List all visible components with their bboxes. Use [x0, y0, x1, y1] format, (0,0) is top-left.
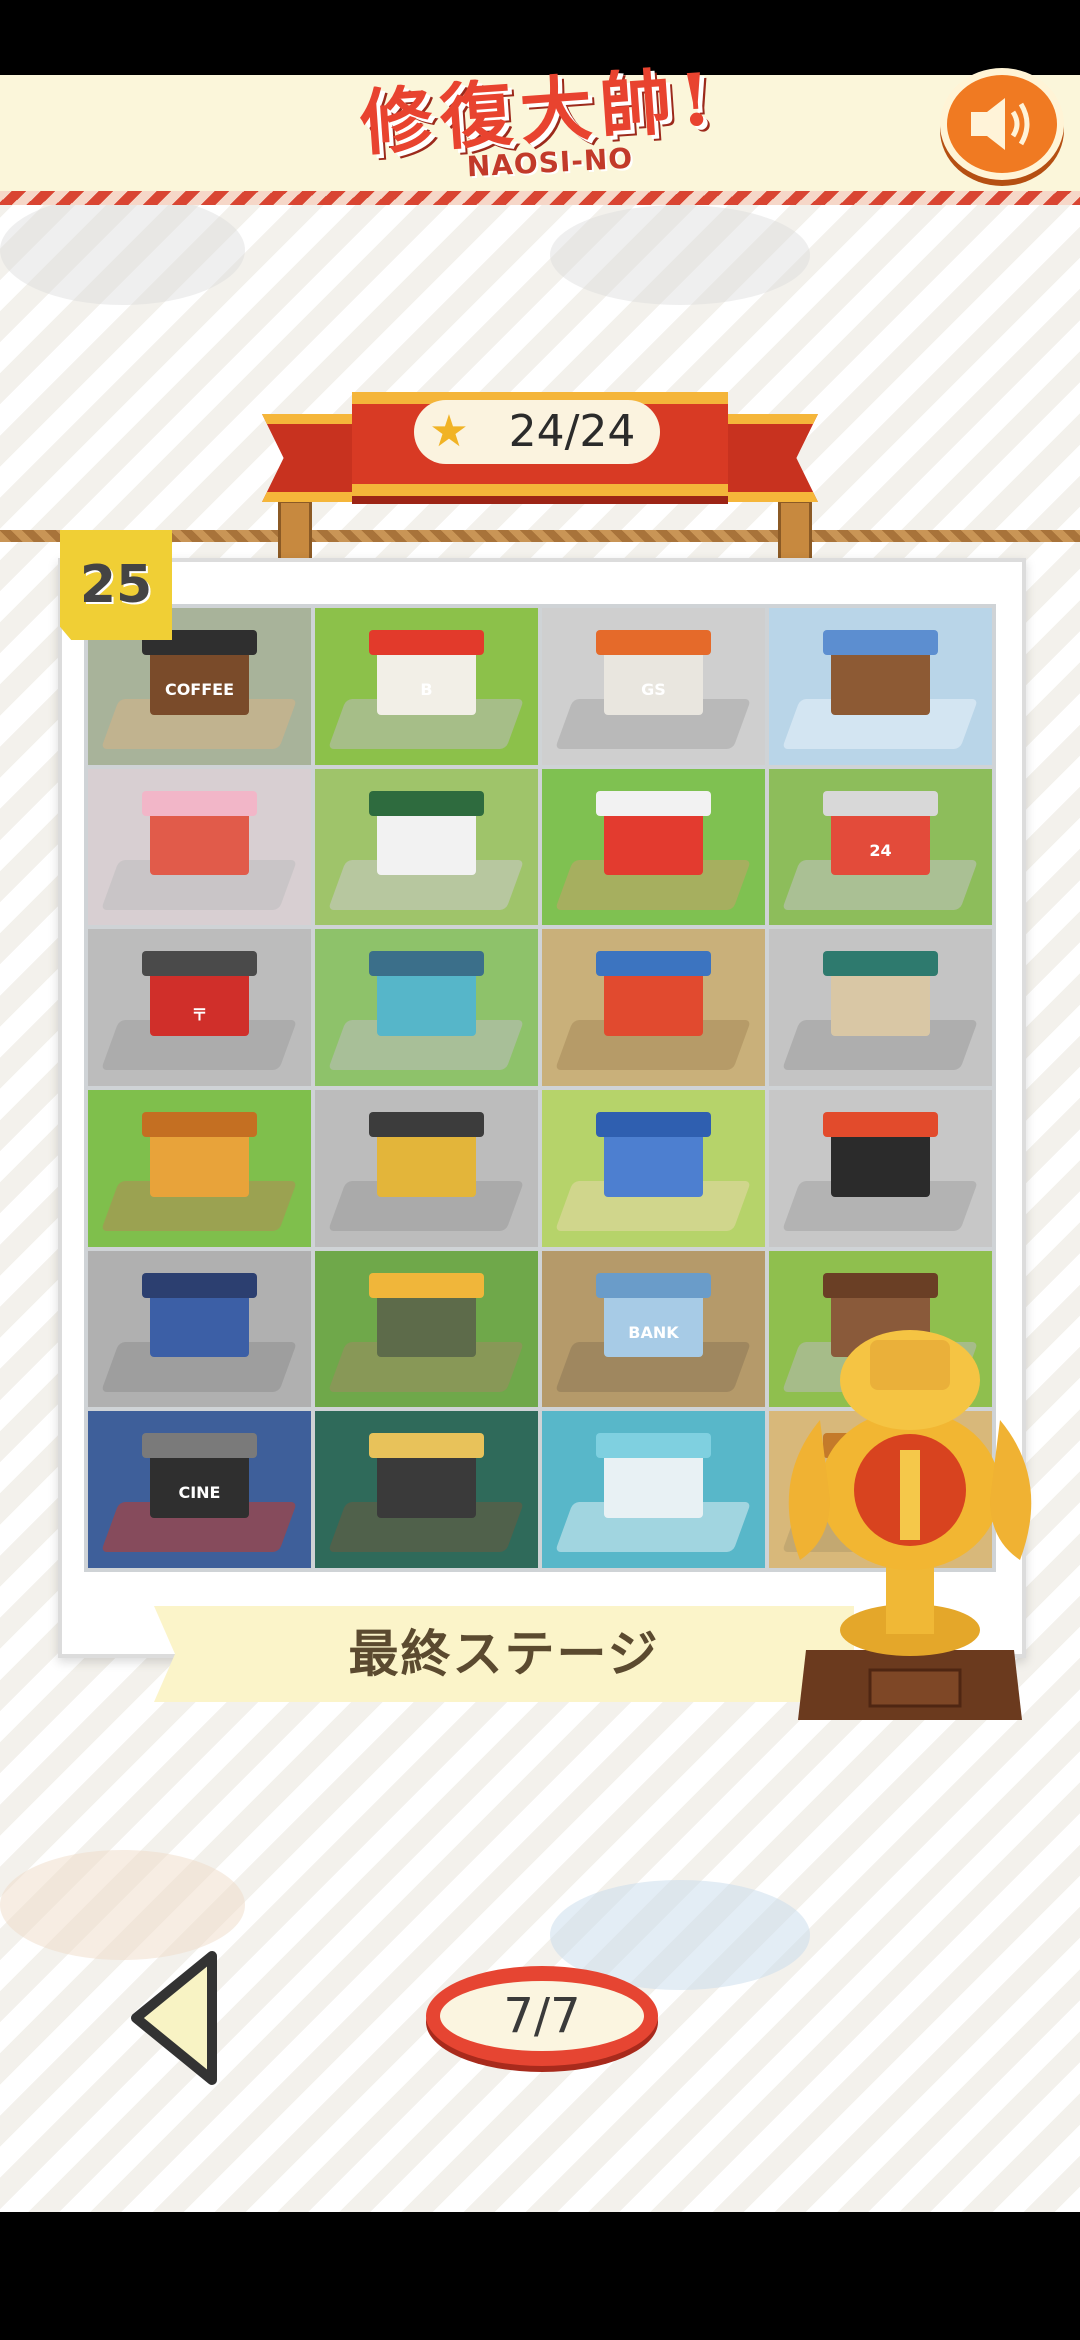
stage-tile-bakery[interactable] [88, 1090, 311, 1247]
tile-roof [141, 1433, 258, 1459]
tile-roof [595, 951, 712, 977]
bg-decoration-bottom-left [0, 1850, 245, 1960]
stage-tile-circus-tent[interactable] [542, 768, 765, 926]
stage-tile-cinema[interactable]: CINE [88, 1411, 311, 1568]
tile-sign: COFFEE [164, 680, 235, 700]
previous-page-button[interactable] [128, 1950, 224, 2086]
tile-sign: B [420, 680, 433, 700]
tile-roof [595, 1433, 712, 1459]
tile-sign: CINE [178, 1483, 221, 1503]
stage-tile-crane-game[interactable] [88, 768, 311, 926]
tile-roof [822, 951, 939, 977]
sound-toggle-button[interactable] [940, 68, 1064, 180]
stage-tile-fish-market[interactable] [769, 929, 992, 1086]
tile-roof [368, 1272, 485, 1298]
tile-sign: 〒 [191, 1005, 208, 1025]
stage-tile-record-shop[interactable] [315, 1411, 538, 1568]
trophy-icon [788, 1330, 1032, 1720]
stage-tile-flower-shop[interactable] [315, 768, 538, 926]
tile-roof [368, 790, 485, 816]
bg-decoration-right [550, 205, 810, 305]
speaker-icon [971, 98, 1030, 150]
stage-tile-power-plant[interactable] [315, 929, 538, 1086]
navigation-bar [0, 2212, 1080, 2340]
tile-roof [368, 1111, 485, 1137]
stage-tile-tea-house[interactable] [315, 1250, 538, 1408]
tile-roof [141, 1111, 258, 1137]
stage-tile-night-market[interactable] [542, 929, 765, 1086]
tile-roof [595, 629, 712, 655]
tile-roof [822, 629, 939, 655]
star-icon: ★ [429, 406, 469, 457]
tile-roof [822, 1272, 939, 1298]
tile-roof [141, 1272, 258, 1298]
tile-roof [822, 1111, 939, 1137]
tile-roof [141, 951, 258, 977]
star-count: 24/24 [508, 406, 636, 457]
left-triangle-icon [131, 1951, 217, 2085]
tile-roof [595, 1272, 712, 1298]
stage-tile-apartment[interactable] [88, 1250, 311, 1408]
page-number: 7/7 [440, 1981, 644, 2051]
stage-tile-bank[interactable]: BANK [542, 1250, 765, 1408]
tile-sign: 24 [869, 840, 892, 860]
stage-tile-restaurant[interactable] [315, 1090, 538, 1247]
tile-sign: GS [641, 680, 666, 700]
tile-roof [595, 1111, 712, 1137]
stage-tile-pizza-shop[interactable] [769, 1090, 992, 1247]
status-bar [0, 0, 1080, 75]
stage-tile-farm-house[interactable] [542, 1090, 765, 1247]
tile-sign: BANK [628, 1322, 679, 1342]
tile-roof [595, 790, 712, 816]
stage-number-badge: 25 [60, 530, 172, 640]
tile-roof [368, 629, 485, 655]
bg-decoration-left [0, 195, 245, 305]
stage-tile-convenience-store[interactable]: 24 [769, 768, 992, 926]
page-indicator: 7/7 [426, 1966, 658, 2066]
tile-roof [822, 790, 939, 816]
header-banner: 修復大帥! NAOSI-NO [0, 59, 1080, 205]
tile-roof [141, 790, 258, 816]
stage-tile-aquarium[interactable] [542, 1411, 765, 1568]
stage-tile-post-office[interactable]: 〒 [88, 929, 311, 1086]
stage-tile-gas-station[interactable]: GS [542, 608, 765, 765]
tile-roof [368, 951, 485, 977]
star-progress: ★ 24/24 [414, 400, 660, 464]
tile-roof [368, 1433, 485, 1459]
stage-tile-burger-shop[interactable]: B [315, 608, 538, 765]
stage-title: 最終ステージ [154, 1606, 854, 1702]
stage-tile-winter-cabin[interactable] [769, 608, 992, 765]
